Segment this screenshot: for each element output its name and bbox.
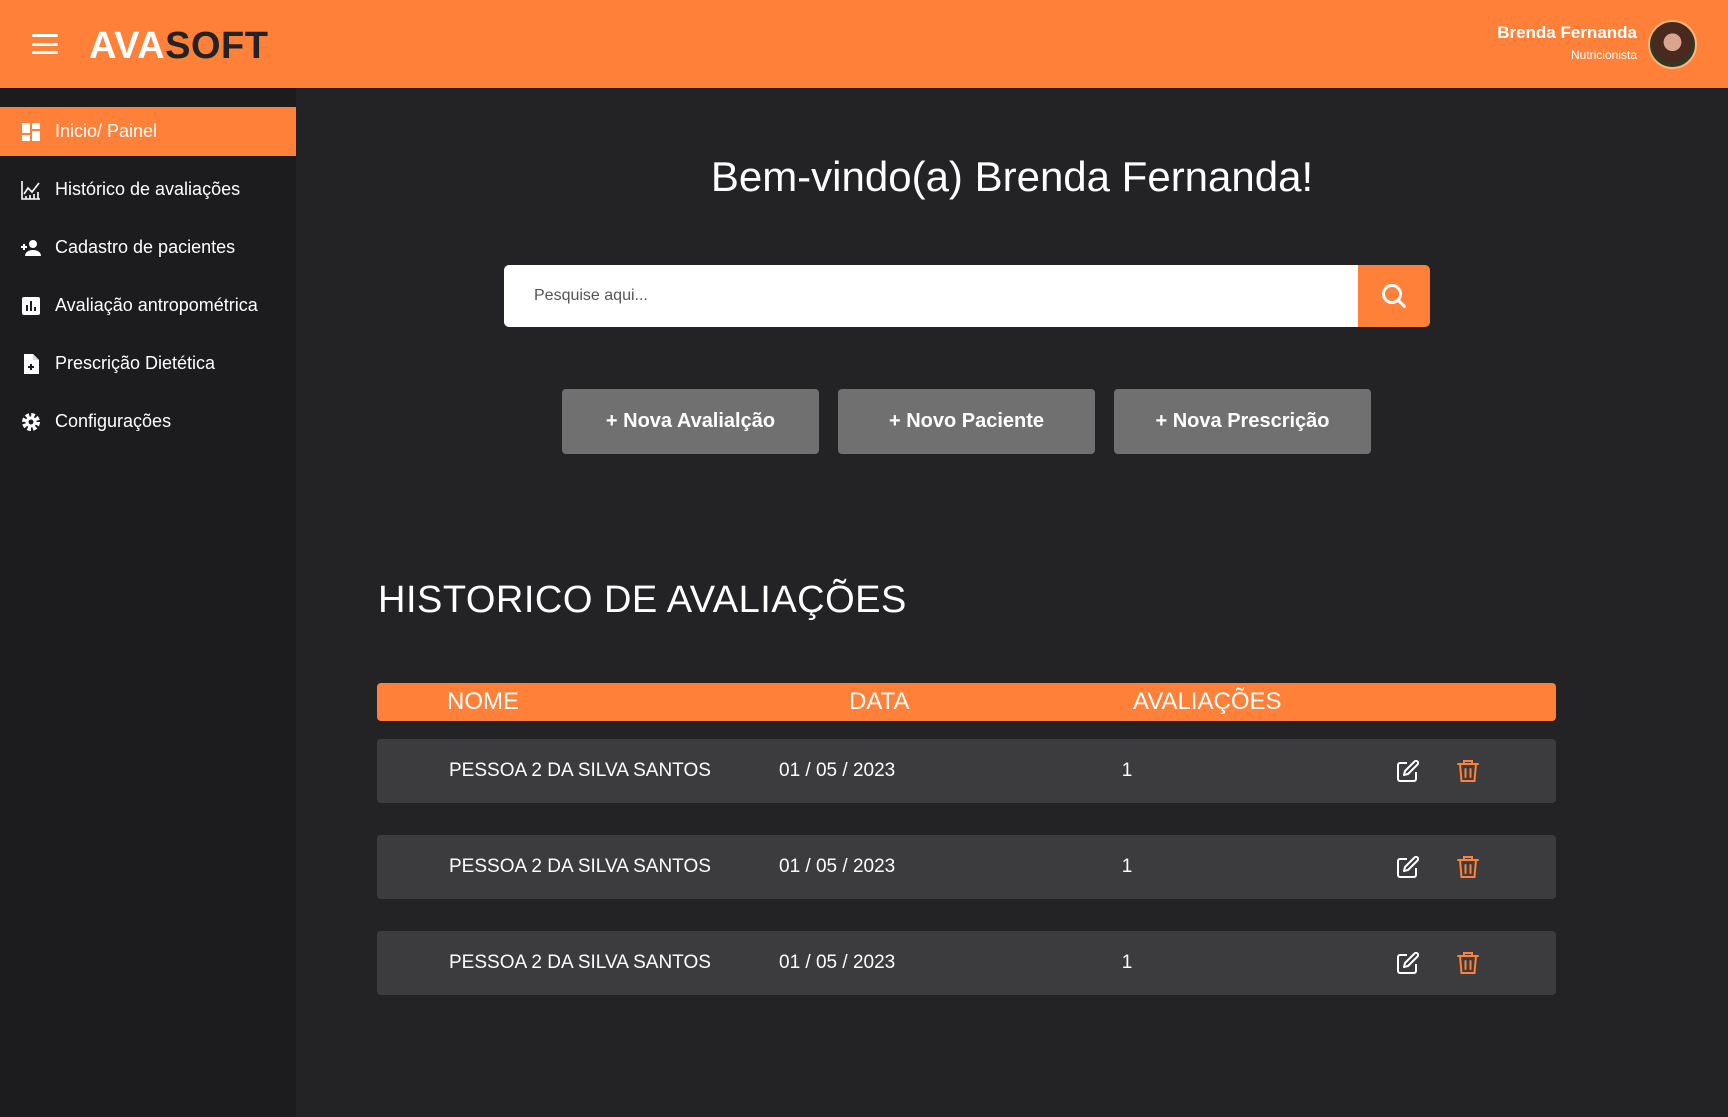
edit-icon[interactable] — [1395, 758, 1421, 784]
new-patient-button[interactable]: + Novo Paciente — [838, 389, 1095, 454]
top-bar: AVASOFT Brenda Fernanda Nutricionista — [0, 0, 1728, 88]
table-row[interactable]: PESSOA 2 DA SILVA SANTOS 01 / 05 / 2023 … — [377, 739, 1556, 803]
add-document-icon — [20, 353, 42, 375]
table-row[interactable]: PESSOA 2 DA SILVA SANTOS 01 / 05 / 2023 … — [377, 931, 1556, 995]
sidebar-item-label: Prescrição Dietética — [55, 353, 216, 373]
sidebar-item-label: Cadastro de pacientes — [55, 237, 236, 257]
new-prescription-button[interactable]: + Nova Prescrição — [1114, 389, 1371, 454]
row-name: PESSOA 2 DA SILVA SANTOS — [449, 952, 711, 973]
user-name: Brenda Fernanda — [1497, 23, 1637, 42]
row-name: PESSOA 2 DA SILVA SANTOS — [449, 856, 711, 877]
sidebar: Inicio/ Painel Histórico de avaliações C… — [0, 88, 296, 1117]
edit-icon[interactable] — [1395, 950, 1421, 976]
bar-chart-icon — [20, 295, 42, 317]
row-date: 01 / 05 / 2023 — [779, 760, 896, 781]
search-button[interactable] — [1358, 265, 1430, 327]
user-info[interactable]: Brenda Fernanda Nutricionista — [1497, 22, 1637, 63]
gear-icon — [20, 411, 42, 433]
dashboard-icon — [20, 121, 42, 143]
sidebar-item-inicio[interactable]: Inicio/ Painel — [0, 107, 296, 156]
row-count: 1 — [1121, 856, 1133, 877]
row-count: 1 — [1121, 952, 1133, 973]
sidebar-item-label: Histórico de avaliações — [55, 179, 241, 199]
trash-icon[interactable] — [1455, 758, 1481, 784]
search-bar — [504, 265, 1430, 327]
avatar[interactable] — [1648, 20, 1697, 69]
logo-part-ava: AVA — [89, 25, 166, 67]
row-date: 01 / 05 / 2023 — [779, 952, 896, 973]
search-input[interactable] — [504, 265, 1358, 327]
row-date: 01 / 05 / 2023 — [779, 856, 896, 877]
app-logo[interactable]: AVASOFT — [89, 24, 268, 68]
section-title: HISTORICO DE AVALIAÇÕES — [378, 579, 907, 621]
trash-icon[interactable] — [1455, 950, 1481, 976]
row-name: PESSOA 2 DA SILVA SANTOS — [449, 760, 711, 781]
sidebar-item-cadastro[interactable]: Cadastro de pacientes — [0, 223, 296, 272]
logo-part-soft: SOFT — [165, 25, 269, 67]
search-icon — [1382, 284, 1406, 308]
welcome-title: Bem-vindo(a) Brenda Fernanda! — [710, 153, 1314, 200]
new-evaluation-button[interactable]: + Nova Avalialção — [562, 389, 819, 454]
column-header-avaliacoes: AVALIAÇÕES — [1133, 688, 1282, 715]
sidebar-item-historico[interactable]: Histórico de avaliações — [0, 165, 296, 214]
sidebar-item-label: Avaliação antropométrica — [55, 295, 258, 315]
sidebar-item-prescricao[interactable]: Prescrição Dietética — [0, 339, 296, 388]
sidebar-item-configuracoes[interactable]: Configurações — [0, 397, 296, 446]
column-header-nome: NOME — [447, 688, 519, 715]
add-person-icon — [20, 237, 42, 259]
line-chart-icon — [20, 179, 42, 201]
table-header: NOME DATA AVALIAÇÕES — [377, 683, 1556, 721]
column-header-data: DATA — [849, 688, 910, 715]
user-role: Nutricionista — [1570, 48, 1637, 62]
edit-icon[interactable] — [1395, 854, 1421, 880]
sidebar-item-label: Inicio/ Painel — [55, 121, 158, 141]
menu-icon[interactable] — [32, 34, 58, 54]
sidebar-item-label: Configurações — [55, 411, 172, 431]
table-row[interactable]: PESSOA 2 DA SILVA SANTOS 01 / 05 / 2023 … — [377, 835, 1556, 899]
quick-actions: + Nova Avalialção + Novo Paciente + Nova… — [562, 389, 1371, 454]
sidebar-item-avaliacao[interactable]: Avaliação antropométrica — [0, 281, 296, 330]
row-count: 1 — [1121, 760, 1133, 781]
trash-icon[interactable] — [1455, 854, 1481, 880]
